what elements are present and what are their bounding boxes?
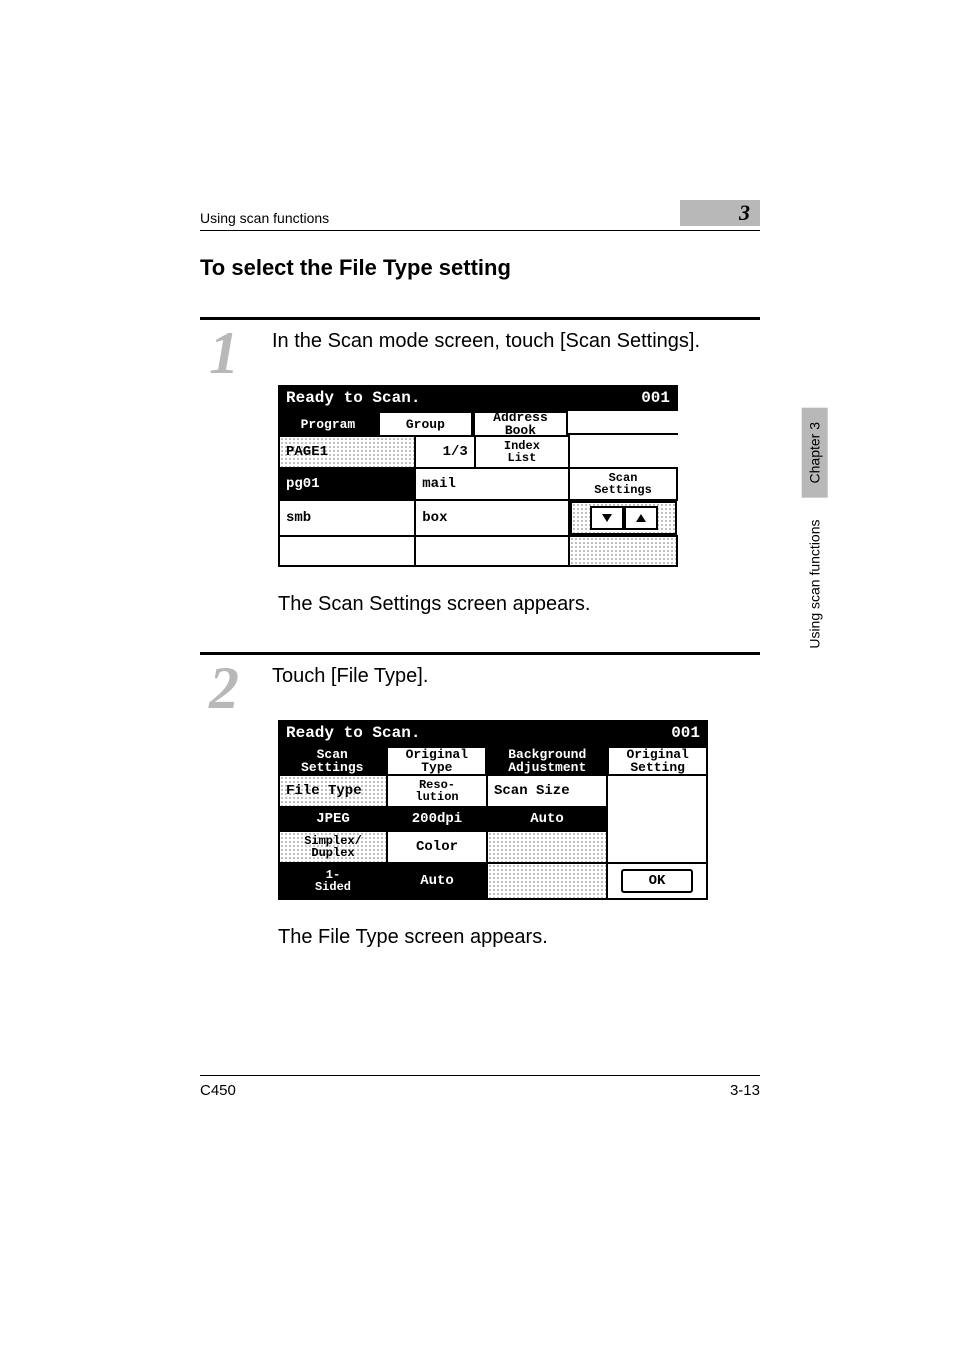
simplex-duplex-label: Simplex/ Duplex <box>279 831 387 863</box>
step-2-after-text: The File Type screen appears. <box>278 926 760 949</box>
tab-group[interactable]: Group <box>378 411 473 435</box>
resolution-button[interactable]: 200dpi <box>387 807 487 831</box>
simplex-duplex-button[interactable]: 1- Sided <box>279 863 387 899</box>
step-1-after-text: The Scan Settings screen appears. <box>278 593 760 616</box>
tab-original-type[interactable]: Original Type <box>386 746 487 774</box>
color-label: Color <box>387 831 487 863</box>
ok-button[interactable]: OK <box>621 869 693 893</box>
tab-original-setting[interactable]: Original Setting <box>607 746 708 774</box>
lcd1-scroll-buttons <box>570 501 677 535</box>
lcd1-dest-box[interactable]: box <box>415 500 569 536</box>
step-2-rule <box>200 652 760 655</box>
step-1-text: In the Scan mode screen, touch [Scan Set… <box>272 328 760 355</box>
side-tab-text: Using scan functions <box>807 519 823 648</box>
lcd-screen-2: Ready to Scan. 001 Scan Settings Origina… <box>278 720 708 900</box>
resolution-label: Reso- lution <box>387 775 487 807</box>
tab-background-adjustment[interactable]: Background Adjustment <box>487 746 607 774</box>
lcd2-status: Ready to Scan. <box>278 724 640 742</box>
section-rule <box>200 317 760 320</box>
arrow-up-icon <box>634 512 648 524</box>
tab-address-book[interactable]: Address Book <box>473 411 568 435</box>
tab-scan-settings[interactable]: Scan Settings <box>278 746 386 774</box>
chapter-number-badge: 3 <box>680 200 760 226</box>
footer-model: C450 <box>200 1082 236 1099</box>
running-header-text: Using scan functions <box>200 210 329 226</box>
scan-settings-button[interactable]: Scan Settings <box>569 468 677 500</box>
scroll-up-button[interactable] <box>624 506 658 530</box>
scan-size-button[interactable]: Auto <box>487 807 607 831</box>
tab-program[interactable]: Program <box>278 411 378 435</box>
step-2-text: Touch [File Type]. <box>272 663 760 690</box>
step-2-number: 2 <box>200 663 248 714</box>
scan-size-label: Scan Size <box>487 775 607 807</box>
section-title: To select the File Type setting <box>200 255 760 281</box>
arrow-down-icon <box>600 512 614 524</box>
footer-page-number: 3-13 <box>730 1082 760 1099</box>
lcd1-dest-smb[interactable]: smb <box>279 500 415 536</box>
page-footer: C450 3-13 <box>200 1075 760 1099</box>
lcd1-status: Ready to Scan. <box>278 389 610 407</box>
file-type-label: File Type <box>279 775 387 807</box>
lcd1-dest-mail[interactable]: mail <box>415 468 569 500</box>
lcd1-page-of: 1/3 <box>415 436 475 468</box>
lcd-screen-1: Ready to Scan. 001 Program Group Address… <box>278 385 678 567</box>
scroll-down-button[interactable] <box>590 506 624 530</box>
lcd1-page-label: PAGE1 <box>279 436 415 468</box>
side-tab: Using scan functions Chapter 3 <box>802 408 828 649</box>
lcd1-index-list-button[interactable]: Index List <box>475 436 569 468</box>
lcd1-count: 001 <box>610 389 678 407</box>
side-tab-chapter-chip: Chapter 3 <box>802 408 828 497</box>
color-button[interactable]: Auto <box>387 863 487 899</box>
lcd1-dest-pg01[interactable]: pg01 <box>279 468 415 500</box>
file-type-button[interactable]: JPEG <box>279 807 387 831</box>
step-1-number: 1 <box>200 328 248 379</box>
lcd2-count: 001 <box>640 724 708 742</box>
